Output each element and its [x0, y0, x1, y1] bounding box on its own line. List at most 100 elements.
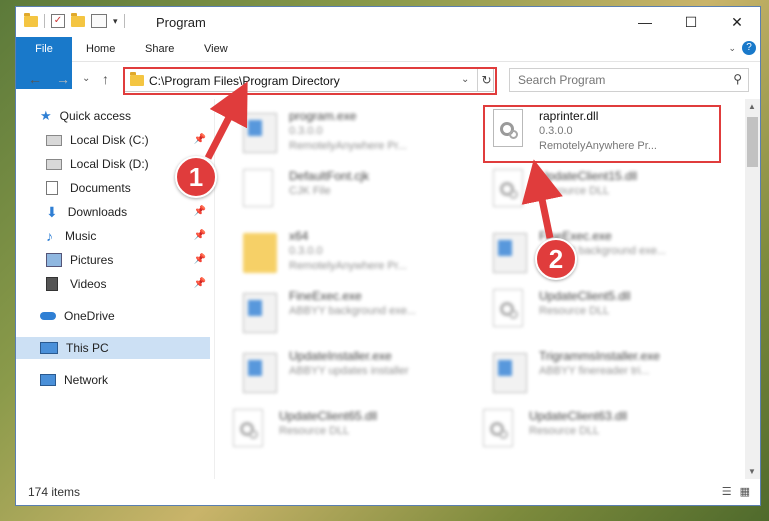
pin-icon: 📌 [193, 206, 206, 217]
new-folder-icon[interactable] [71, 12, 85, 27]
nav-item-pictures[interactable]: Pictures 📌 [46, 249, 210, 271]
nav-item-label: Downloads [67, 205, 128, 219]
pin-icon: 📌 [193, 134, 206, 145]
title-bar: ✓ ▾ Program — ☐ ✕ [16, 7, 760, 37]
nav-item-label: Local Disk (D:) [70, 157, 149, 171]
download-icon: ⬇ [46, 203, 58, 220]
tab-view[interactable]: View [204, 37, 228, 61]
quick-access-toolbar: ✓ ▾ [24, 12, 125, 28]
folder-icon [24, 12, 38, 27]
music-icon: ♪ [46, 228, 53, 244]
navigation-pane: ★ Quick access Local Disk (C:) 📌 Local D… [16, 99, 215, 479]
up-button[interactable]: ↑ [102, 71, 109, 87]
properties-check-icon[interactable]: ✓ [51, 14, 65, 28]
chevron-down-icon[interactable]: ▾ [113, 16, 118, 27]
star-icon: ★ [40, 108, 52, 123]
drive-icon [46, 134, 62, 146]
nav-item-this-pc[interactable]: This PC [16, 337, 210, 359]
scroll-down-icon[interactable]: ▼ [748, 467, 756, 476]
file-item-updateclient65[interactable]: UpdateClient65.dll Resource DLL [221, 403, 456, 455]
address-bar-highlight [123, 67, 497, 95]
computer-icon [40, 342, 58, 354]
forward-button[interactable]: → [56, 71, 70, 87]
file-item-updateclient63[interactable]: UpdateClient63.dll Resource DLL [471, 403, 706, 455]
view-toggles: ☰ ▦ [722, 485, 750, 498]
search-input[interactable] [516, 72, 720, 88]
pictures-icon [46, 253, 62, 267]
tab-home[interactable]: Home [86, 37, 115, 61]
minimize-button[interactable]: — [622, 7, 668, 37]
file-item-updateclient15[interactable]: UpdateClient15.dll Resource DLL [481, 163, 716, 215]
nav-item-label: Music [65, 229, 97, 243]
file-item-fineexec[interactable]: FineExec.exe ABBYY background exe... [481, 223, 716, 275]
file-icon [243, 169, 277, 209]
pin-icon: 📌 [193, 230, 206, 241]
file-highlight [483, 105, 721, 163]
nav-item-network[interactable]: Network [40, 369, 210, 391]
search-icon[interactable]: ⚲ [733, 72, 742, 86]
exe-file-icon [493, 353, 527, 393]
nav-item-label: OneDrive [64, 309, 115, 323]
cloud-icon [40, 312, 56, 320]
file-item-trigrammsinstaller[interactable]: TrigrammsInstaller.exe ABBYY finereader … [481, 343, 716, 395]
drive-icon [46, 158, 62, 170]
videos-icon [46, 277, 58, 291]
window-controls: — ☐ ✕ [622, 7, 760, 37]
tab-share[interactable]: Share [145, 37, 174, 61]
properties-icon[interactable] [91, 14, 107, 28]
explorer-window: ✓ ▾ Program — ☐ ✕ File Home Share View ⌄… [15, 6, 761, 506]
nav-item-label: Network [64, 373, 109, 387]
file-item-updateclient5[interactable]: UpdateClient5.dll Resource DLL [481, 283, 716, 335]
nav-item-label: Local Disk (C:) [70, 133, 149, 147]
dll-file-icon [483, 409, 517, 449]
nav-item-quick-access[interactable]: ★ Quick access [40, 105, 210, 127]
expand-ribbon-icon[interactable]: ⌄ [728, 43, 736, 54]
step-badge-2: 2 [535, 238, 577, 280]
file-item-updateinstaller[interactable]: UpdateInstaller.exe ABBYY updates instal… [231, 343, 466, 395]
nav-item-label: Quick access [59, 109, 132, 123]
folder-icon [243, 233, 277, 273]
maximize-button[interactable]: ☐ [668, 7, 714, 37]
pin-icon: 📌 [193, 254, 206, 265]
separator [123, 14, 125, 28]
scrollbar-thumb[interactable] [747, 117, 758, 167]
documents-icon [46, 181, 58, 195]
large-icons-view-icon[interactable]: ▦ [740, 485, 750, 498]
nav-item-label: Documents [70, 181, 131, 195]
window-title: Program [156, 15, 206, 30]
step-badge-1: 1 [175, 156, 217, 198]
ribbon-tabs: File Home Share View ⌄ ? [16, 37, 760, 89]
nav-item-local-disk-c[interactable]: Local Disk (C:) 📌 [46, 129, 210, 151]
nav-item-onedrive[interactable]: OneDrive [40, 305, 210, 327]
details-view-icon[interactable]: ☰ [722, 485, 732, 498]
nav-item-label: Videos [70, 277, 107, 291]
help-icon[interactable]: ? [742, 41, 756, 55]
close-button[interactable]: ✕ [714, 7, 760, 37]
scroll-up-icon[interactable]: ▲ [748, 102, 756, 111]
file-item-x64[interactable]: x64 0.3.0.0 RemotelyAnywhere Pr... [231, 223, 466, 275]
exe-file-icon [243, 353, 277, 393]
file-item-defaultfont[interactable]: DefaultFont.cjk CJK File [231, 163, 466, 215]
dll-file-icon [233, 409, 267, 449]
nav-item-label: This PC [66, 341, 109, 355]
pin-icon: 📌 [193, 278, 206, 289]
file-item-program-exe[interactable]: program.exe 0.3.0.0 RemotelyAnywhere Pr.… [231, 103, 466, 155]
item-count: 174 items [28, 485, 81, 499]
file-item-fineexec[interactable]: FineExec.exe ABBYY background exe... [231, 283, 466, 335]
status-bar: 174 items ☰ ▦ [16, 479, 760, 505]
recent-locations-icon[interactable]: ⌄ [82, 73, 90, 84]
nav-item-videos[interactable]: Videos 📌 [46, 273, 210, 295]
search-box[interactable]: ⚲ [509, 68, 749, 92]
network-icon [40, 374, 56, 386]
nav-item-downloads[interactable]: ⬇ Downloads 📌 [46, 201, 210, 223]
exe-file-icon [243, 113, 277, 153]
nav-item-label: Pictures [70, 253, 114, 267]
vertical-scrollbar[interactable]: ▲ ▼ [745, 99, 760, 479]
exe-file-icon [493, 233, 527, 273]
back-button[interactable]: ← [28, 71, 42, 87]
dll-file-icon [493, 289, 527, 329]
exe-file-icon [243, 293, 277, 333]
dll-file-icon [493, 169, 527, 209]
separator [44, 14, 45, 28]
nav-item-music[interactable]: ♪ Music 📌 [46, 225, 210, 247]
